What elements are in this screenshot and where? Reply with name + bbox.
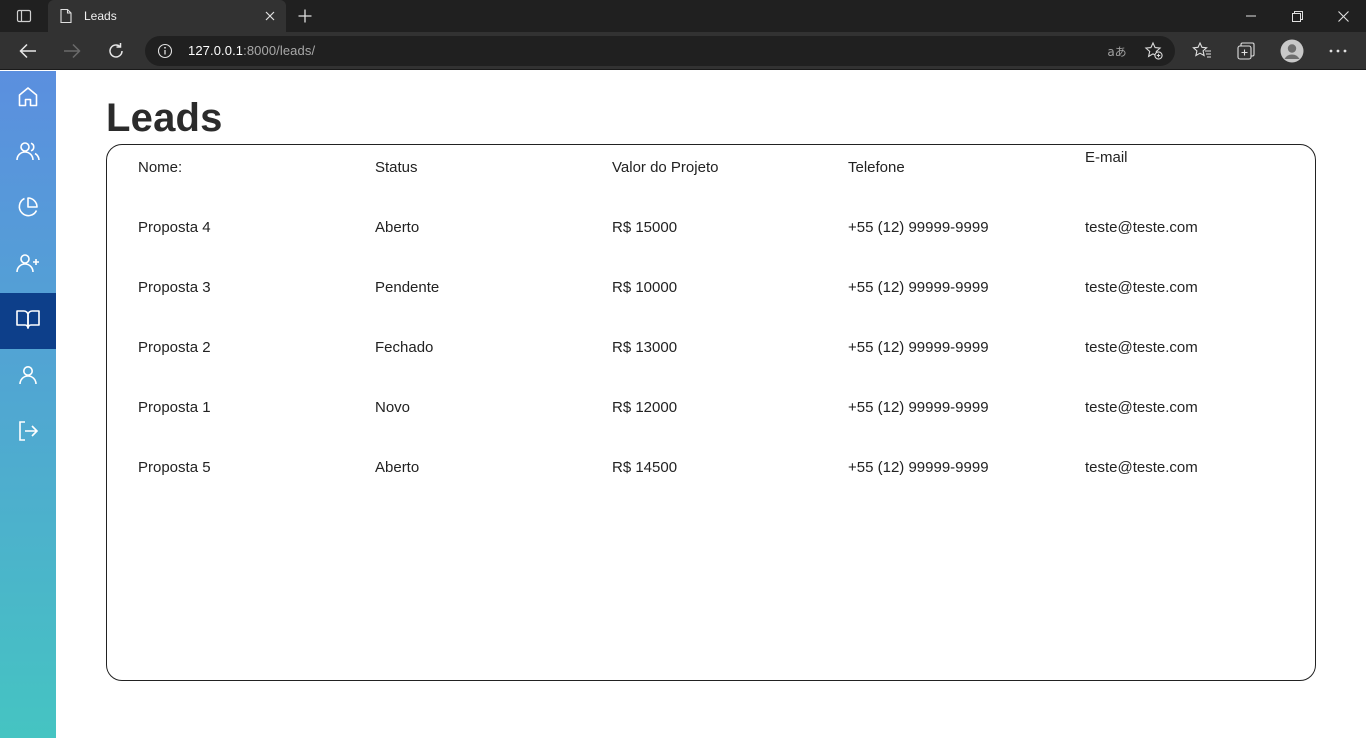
leads-table: Nome: Status Valor do Projeto Telefone E… (106, 144, 1316, 681)
forward-icon[interactable] (58, 37, 86, 65)
more-options-icon[interactable] (1326, 39, 1350, 63)
sidebar-item-logout[interactable] (0, 405, 56, 461)
lead-status: Aberto (375, 219, 420, 236)
lead-name: Proposta 2 (138, 339, 211, 356)
profile-avatar[interactable] (1280, 39, 1304, 63)
browser-toolbar: 127.0.0.1:8000/leads/ aあ (0, 32, 1366, 70)
lead-phone: +55 (12) 99999-9999 (848, 279, 989, 296)
close-tab-icon[interactable] (262, 8, 278, 24)
browser-tab[interactable]: Leads (48, 0, 286, 32)
translate-icon[interactable]: aあ (1107, 41, 1127, 61)
column-header-email: E-mail (1085, 149, 1128, 166)
home-icon (16, 85, 40, 114)
sidebar-item-home[interactable] (0, 71, 56, 127)
add-favorite-icon[interactable] (1144, 41, 1164, 61)
lead-value: R$ 10000 (612, 279, 678, 296)
lead-value: R$ 13000 (612, 339, 678, 356)
lead-email: teste@teste.com (1085, 279, 1198, 296)
site-info-icon[interactable] (157, 43, 173, 59)
lead-name: Proposta 5 (138, 459, 211, 476)
logout-icon (16, 419, 40, 448)
sidebar-item-users[interactable] (0, 125, 56, 181)
lead-email: teste@teste.com (1085, 459, 1198, 476)
column-header-status: Status (375, 159, 418, 176)
lead-phone: +55 (12) 99999-9999 (848, 219, 989, 236)
user-plus-icon (15, 251, 41, 280)
sidebar-item-add-user[interactable] (0, 237, 56, 293)
lead-email: teste@teste.com (1085, 339, 1198, 356)
pie-chart-icon (16, 195, 40, 224)
lead-value: R$ 12000 (612, 399, 678, 416)
lead-name: Proposta 4 (138, 219, 211, 236)
lead-value: R$ 14500 (612, 459, 678, 476)
column-header-name: Nome: (138, 159, 183, 176)
lead-phone: +55 (12) 99999-9999 (848, 399, 989, 416)
sidebar-item-reports[interactable] (0, 181, 56, 237)
lead-phone: +55 (12) 99999-9999 (848, 459, 989, 476)
page-icon (58, 8, 74, 24)
book-open-icon (15, 307, 41, 336)
url-path: :8000/leads/ (243, 43, 316, 58)
column-header-value: Valor do Projeto (612, 159, 719, 176)
sidebar-item-leads[interactable] (0, 293, 56, 349)
lead-status: Aberto (375, 459, 420, 476)
app-sidebar (0, 71, 56, 738)
lead-email: teste@teste.com (1085, 399, 1198, 416)
lead-name: Proposta 3 (138, 279, 211, 296)
translate-glyph: aあ (1107, 44, 1127, 59)
lead-email: teste@teste.com (1085, 219, 1198, 236)
tab-actions-icon[interactable] (10, 6, 38, 26)
sidebar-item-profile[interactable] (0, 349, 56, 405)
url-host: 127.0.0.1 (188, 43, 244, 58)
users-icon (15, 139, 41, 168)
tab-title: Leads (84, 9, 117, 23)
lead-status: Novo (375, 399, 411, 416)
close-window-icon[interactable] (1320, 0, 1366, 32)
new-tab-icon[interactable] (294, 5, 316, 27)
column-header-phone: Telefone (848, 159, 905, 176)
lead-phone: +55 (12) 99999-9999 (848, 339, 989, 356)
page-title: Leads (106, 96, 223, 140)
refresh-icon[interactable] (102, 37, 130, 65)
address-bar[interactable]: 127.0.0.1:8000/leads/ aあ (145, 36, 1175, 66)
lead-status: Fechado (375, 339, 434, 356)
back-icon[interactable] (14, 37, 42, 65)
user-icon (16, 363, 40, 392)
favorites-icon[interactable] (1190, 39, 1214, 63)
minimize-icon[interactable] (1228, 0, 1274, 32)
restore-icon[interactable] (1274, 0, 1320, 32)
lead-status: Pendente (375, 279, 440, 296)
browser-tab-strip: Leads (0, 0, 1366, 32)
lead-value: R$ 15000 (612, 219, 678, 236)
lead-name: Proposta 1 (138, 399, 211, 416)
url-text[interactable]: 127.0.0.1:8000/leads/ (188, 43, 315, 58)
collections-icon[interactable] (1234, 39, 1258, 63)
